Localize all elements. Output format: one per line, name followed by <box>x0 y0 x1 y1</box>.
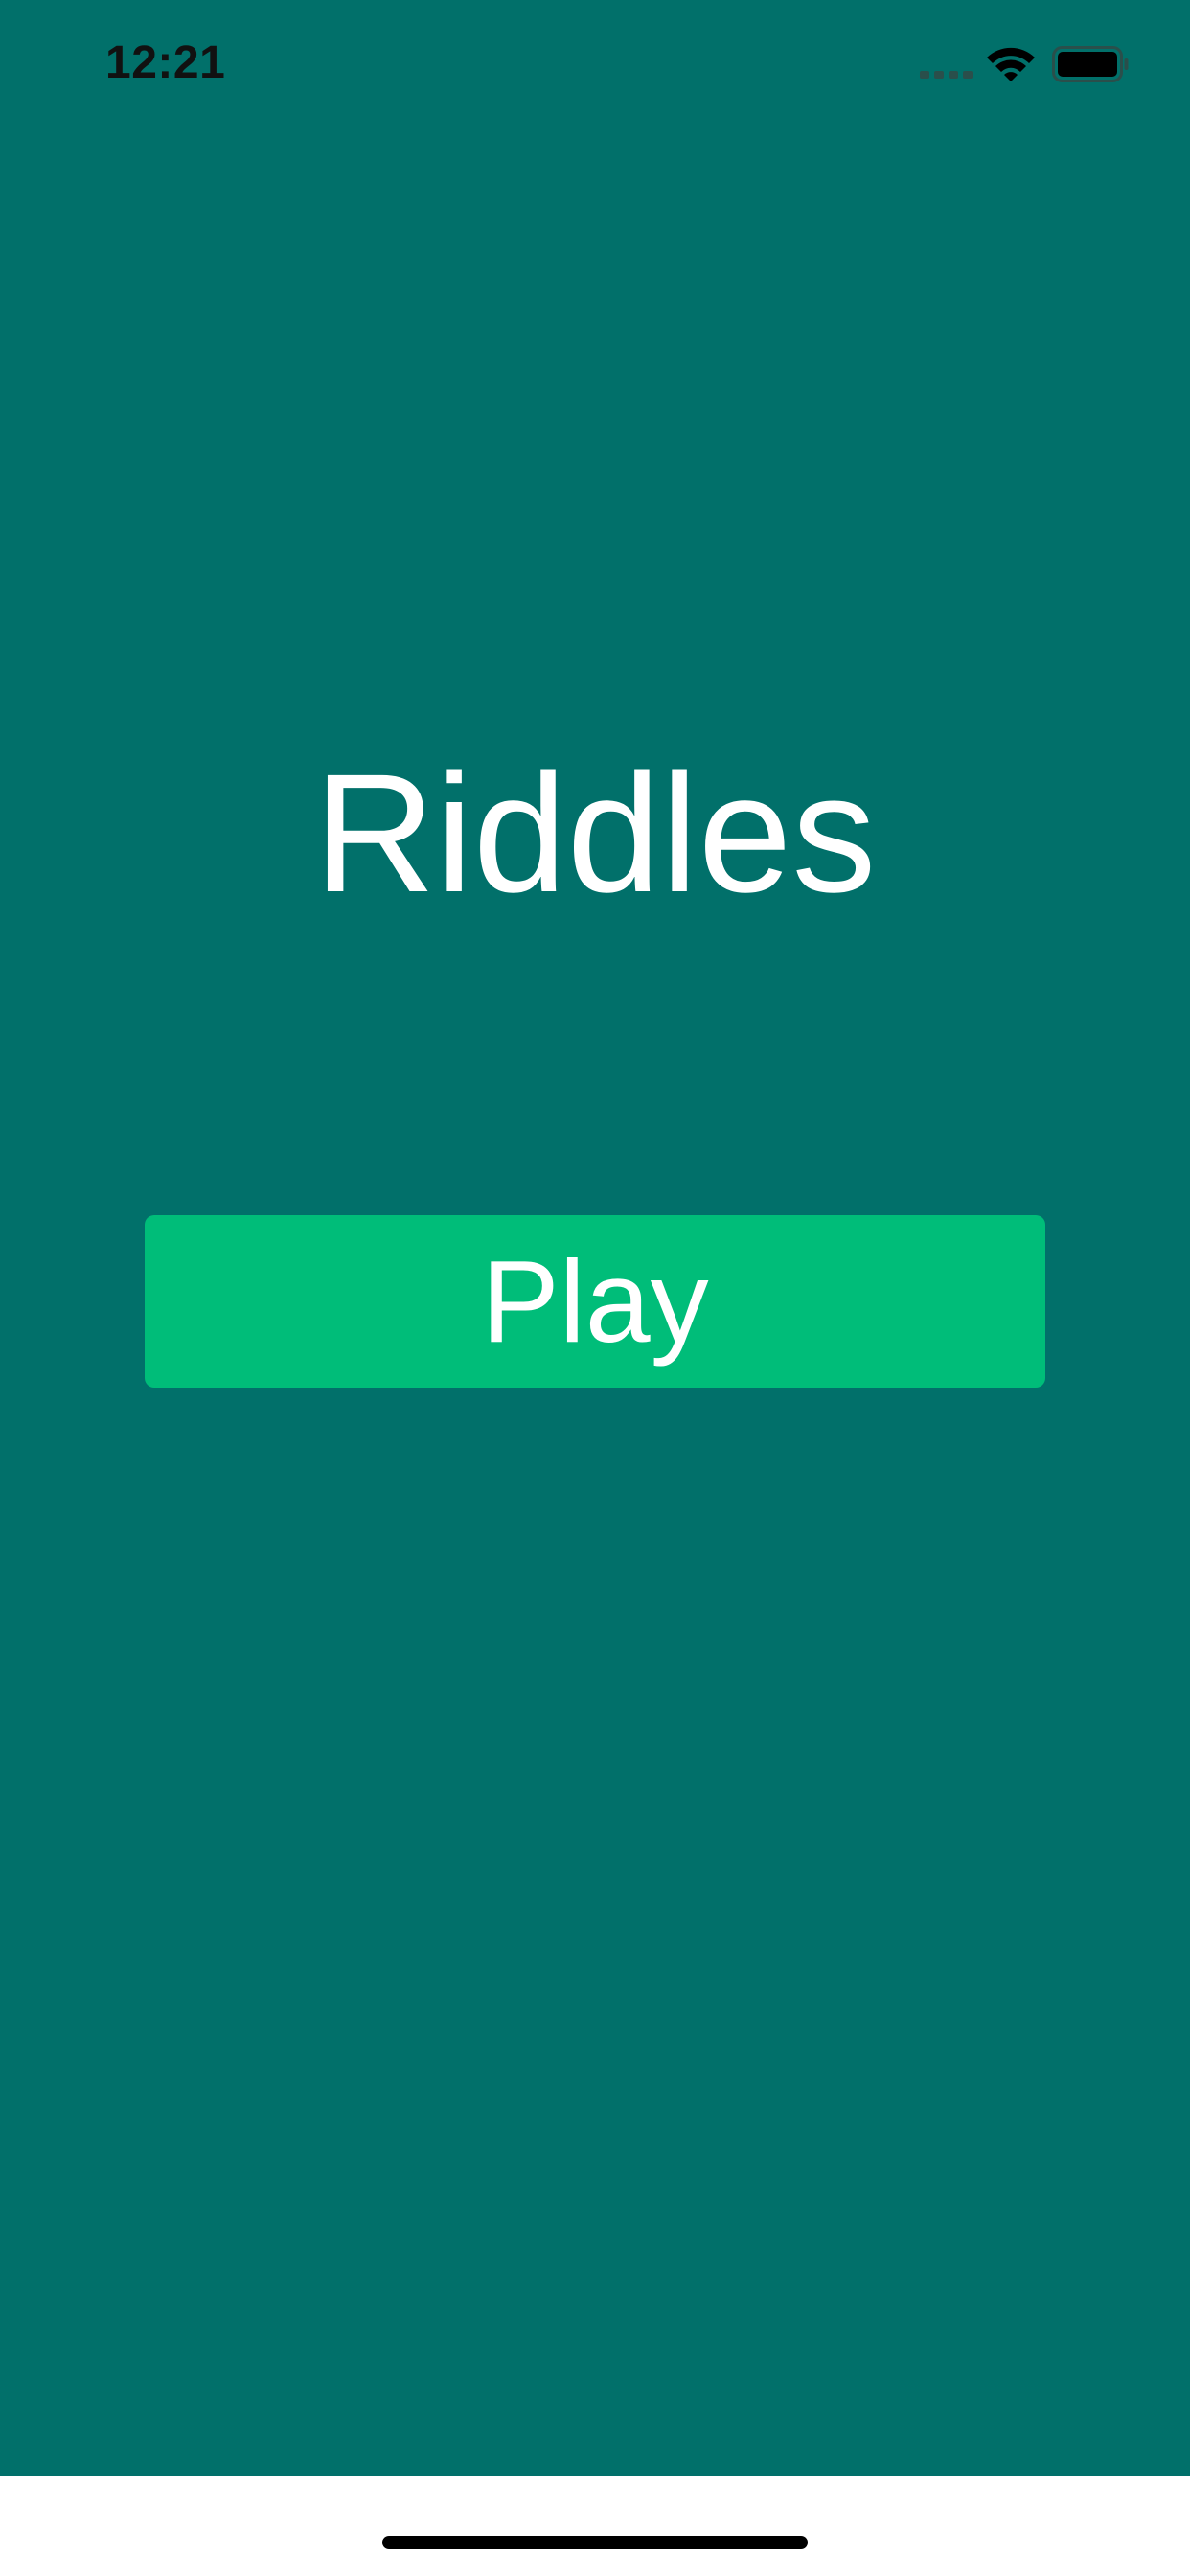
status-bar: 12:21 <box>0 0 1190 134</box>
status-time: 12:21 <box>105 37 226 88</box>
play-button[interactable]: Play <box>145 1215 1045 1388</box>
battery-icon <box>1052 46 1129 82</box>
wifi-icon <box>987 47 1035 81</box>
app-screen: 12:21 Riddles Play <box>0 0 1190 2476</box>
home-indicator[interactable] <box>382 2536 808 2549</box>
app-title: Riddles <box>313 740 877 928</box>
signal-icon <box>920 71 973 80</box>
